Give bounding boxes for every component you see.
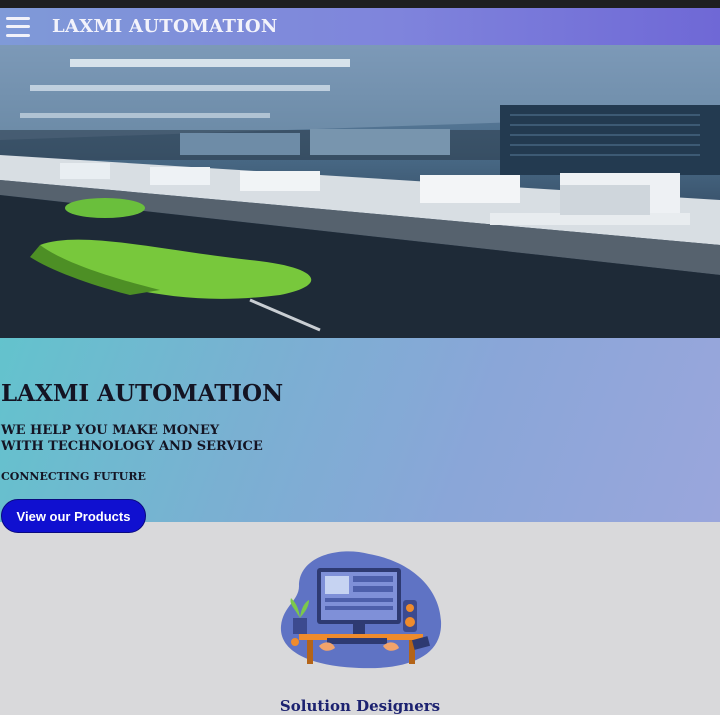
section-title: Solution Designers <box>279 697 441 715</box>
view-products-button[interactable]: View our Products <box>1 499 146 533</box>
status-strip <box>0 0 720 8</box>
hero-tagline: WE HELP YOU MAKE MONEY WITH TECHNOLOGY A… <box>1 423 263 455</box>
navbar: LAXMI AUTOMATION <box>0 8 720 45</box>
tagline-line-1: WE HELP YOU MAKE MONEY <box>1 423 220 438</box>
hero-image <box>0 45 720 338</box>
hamburger-menu-icon[interactable] <box>6 16 30 37</box>
tagline-line-2: WITH TECHNOLOGY AND SERVICE <box>1 439 263 454</box>
hero-section: LAXMI AUTOMATION WE HELP YOU MAKE MONEY … <box>0 338 720 533</box>
computer-desk-illustration <box>279 546 443 670</box>
brand-title[interactable]: LAXMI AUTOMATION <box>52 16 278 37</box>
hero-subtitle: CONNECTING FUTURE <box>1 470 146 483</box>
hero-title: LAXMI AUTOMATION <box>1 380 284 407</box>
